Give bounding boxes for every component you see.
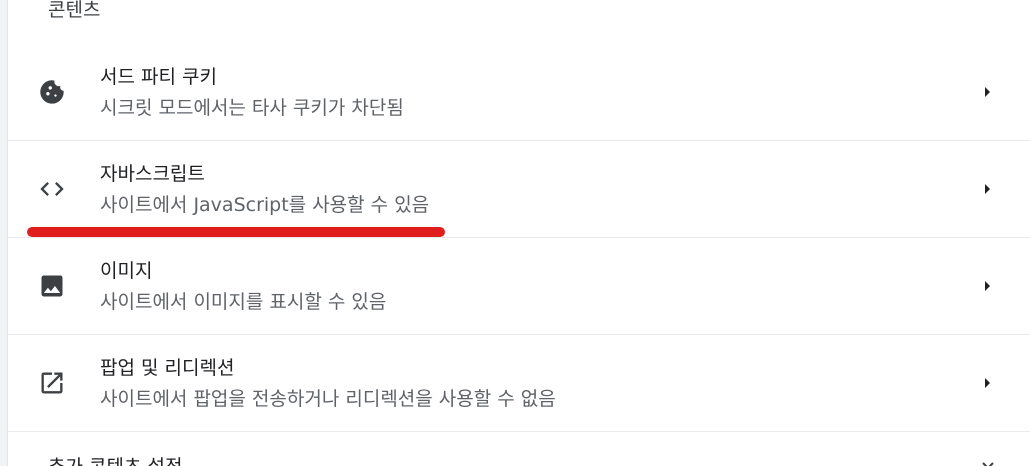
image-icon <box>38 272 66 300</box>
arrow-right-icon <box>980 84 994 100</box>
chevron-down-icon <box>980 458 996 466</box>
arrow-right-icon <box>980 181 994 197</box>
highlight-underline <box>27 227 445 237</box>
row-title: 자바스크립트 <box>100 163 205 185</box>
row-title: 팝업 및 리디렉션 <box>100 357 235 379</box>
row-title: 이미지 <box>100 260 153 282</box>
row-popups-redirects[interactable]: 팝업 및 리디렉션 사이트에서 팝업을 전송하거나 리디렉션을 사용할 수 없음 <box>8 335 1030 431</box>
row-third-party-cookies[interactable]: 서드 파티 쿠키 시크릿 모드에서는 타사 쿠키가 차단됨 <box>8 44 1030 140</box>
cookie-icon <box>38 78 66 106</box>
row-subtitle: 사이트에서 이미지를 표시할 수 있음 <box>100 291 387 313</box>
arrow-right-icon <box>980 375 994 391</box>
arrow-right-icon <box>980 278 994 294</box>
more-content-settings[interactable]: 추가 콘텐츠 설정 <box>8 432 1030 466</box>
code-icon <box>38 175 66 203</box>
row-subtitle: 사이트에서 팝업을 전송하거나 리디렉션을 사용할 수 없음 <box>100 388 556 410</box>
row-images[interactable]: 이미지 사이트에서 이미지를 표시할 수 있음 <box>8 238 1030 334</box>
row-subtitle: 시크릿 모드에서는 타사 쿠키가 차단됨 <box>100 97 404 119</box>
row-subtitle: 사이트에서 JavaScript를 사용할 수 있음 <box>100 194 430 216</box>
open-in-new-icon <box>38 369 66 397</box>
row-javascript[interactable]: 자바스크립트 사이트에서 JavaScript를 사용할 수 있음 <box>8 141 1030 237</box>
more-content-settings-label: 추가 콘텐츠 설정 <box>48 454 182 466</box>
row-title: 서드 파티 쿠키 <box>100 66 217 88</box>
content-settings-card: 콘텐츠 서드 파티 쿠키 시크릿 모드에서는 타사 쿠키가 차단됨 자바스크립트 <box>8 0 1030 466</box>
settings-page: 콘텐츠 서드 파티 쿠키 시크릿 모드에서는 타사 쿠키가 차단됨 자바스크립트 <box>0 0 1030 466</box>
section-title: 콘텐츠 <box>48 0 101 21</box>
